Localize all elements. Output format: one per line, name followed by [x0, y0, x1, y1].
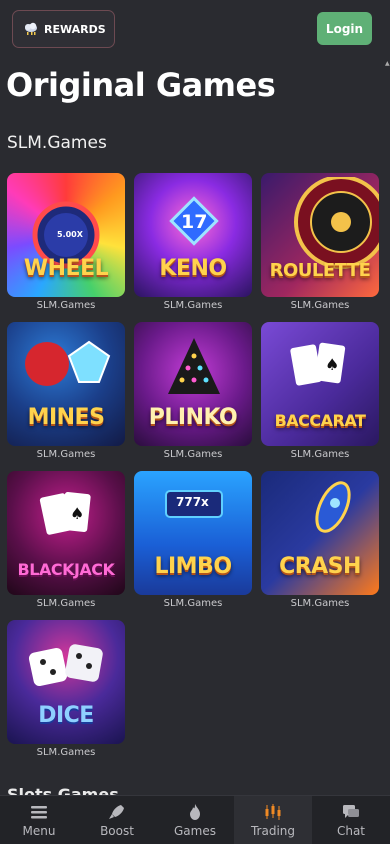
game-card-mines[interactable]: MINES SLM.Games: [7, 322, 125, 460]
game-thumbnail[interactable]: 777x LIMBO: [134, 471, 252, 595]
game-title: DICE: [38, 703, 94, 728]
nav-label: Games: [174, 823, 216, 838]
game-provider: SLM.Games: [36, 300, 96, 311]
game-title: PLINKO: [148, 405, 238, 430]
game-provider: SLM.Games: [163, 598, 223, 609]
rocket-graphic: [315, 481, 351, 533]
game-provider: SLM.Games: [290, 449, 350, 460]
mine-and-gem-graphic: [25, 340, 111, 386]
game-title: LIMBO: [154, 554, 232, 579]
game-thumbnail[interactable]: ♠ BLACKJACK: [7, 471, 125, 595]
svg-text:♠: ♠: [70, 504, 84, 523]
chat-icon: [343, 804, 359, 818]
game-card-keno[interactable]: 17 KENO SLM.Games: [134, 173, 252, 311]
menu-icon: [31, 805, 47, 818]
candlestick-icon: [265, 803, 281, 820]
game-card-crash[interactable]: CRASH SLM.Games: [261, 471, 379, 609]
svg-text:♠: ♠: [325, 355, 339, 374]
nav-label: Chat: [336, 823, 366, 838]
rewards-label: REWARDS: [44, 22, 106, 36]
playing-cards-graphic: ♠: [39, 492, 91, 535]
rocket-icon: [109, 804, 124, 819]
nav-games[interactable]: Games: [156, 796, 234, 844]
login-button[interactable]: Login: [317, 12, 372, 45]
limbo-multiplier: 777x: [176, 495, 209, 509]
game-provider: SLM.Games: [163, 300, 223, 311]
section-title: SLM.Games: [7, 133, 107, 153]
game-provider: SLM.Games: [290, 598, 350, 609]
game-thumbnail[interactable]: ♠ BACCARAT: [261, 322, 379, 446]
game-title: KENO: [159, 256, 227, 281]
game-card-blackjack[interactable]: ♠ BLACKJACK SLM.Games: [7, 471, 125, 609]
cloud-icon: [25, 22, 37, 35]
game-provider: SLM.Games: [36, 449, 96, 460]
nav-label: Boost: [100, 823, 134, 838]
game-thumbnail[interactable]: DICE: [7, 620, 125, 744]
game-thumbnail[interactable]: CRASH: [261, 471, 379, 595]
nav-boost[interactable]: Boost: [78, 796, 156, 844]
game-title: WHEEL: [23, 256, 109, 281]
game-provider: SLM.Games: [163, 449, 223, 460]
game-title: MINES: [27, 405, 105, 430]
nav-label: Trading: [250, 823, 296, 838]
nav-chat[interactable]: Chat: [312, 796, 390, 844]
multiplier-badge: 5.00X: [57, 230, 83, 239]
top-bar: REWARDS Login: [0, 0, 390, 58]
game-provider: SLM.Games: [36, 598, 96, 609]
page-content: REWARDS Login ▲ Original Games SLM.Games…: [0, 0, 390, 844]
game-card-limbo[interactable]: 777x LIMBO SLM.Games: [134, 471, 252, 609]
bottom-navigation: Menu Boost Games Trading Chat: [0, 795, 390, 844]
game-title: BLACKJACK: [17, 560, 115, 579]
game-card-baccarat[interactable]: ♠ BACCARAT SLM.Games: [261, 322, 379, 460]
page-title: Original Games: [6, 66, 276, 104]
game-card-roulette[interactable]: ROULETTE SLM.Games: [261, 173, 379, 311]
game-card-dice[interactable]: DICE SLM.Games: [7, 620, 125, 758]
game-provider: SLM.Games: [290, 300, 350, 311]
plinko-pyramid-graphic: [168, 338, 220, 394]
game-provider: SLM.Games: [36, 747, 96, 758]
game-title: BACCARAT: [274, 411, 366, 430]
dice-graphic: [28, 644, 103, 687]
game-title: CRASH: [279, 554, 361, 579]
scroll-up-icon: ▲: [385, 60, 390, 67]
game-card-wheel[interactable]: 5.00X WHEEL SLM.Games: [7, 173, 125, 311]
game-thumbnail[interactable]: 17 KENO: [134, 173, 252, 297]
playing-cards-graphic: ♠: [290, 342, 346, 386]
nav-menu[interactable]: Menu: [0, 796, 78, 844]
game-thumbnail[interactable]: ROULETTE: [261, 173, 379, 297]
game-title: ROULETTE: [269, 260, 371, 281]
keno-number: 17: [181, 211, 208, 233]
nav-trading[interactable]: Trading: [234, 796, 312, 844]
nav-label: Menu: [22, 823, 56, 838]
rewards-button[interactable]: REWARDS: [12, 10, 115, 48]
game-thumbnail[interactable]: PLINKO: [134, 322, 252, 446]
flame-icon: [190, 803, 200, 820]
game-thumbnail[interactable]: 5.00X WHEEL: [7, 173, 125, 297]
game-card-plinko[interactable]: PLINKO SLM.Games: [134, 322, 252, 460]
game-thumbnail[interactable]: MINES: [7, 322, 125, 446]
